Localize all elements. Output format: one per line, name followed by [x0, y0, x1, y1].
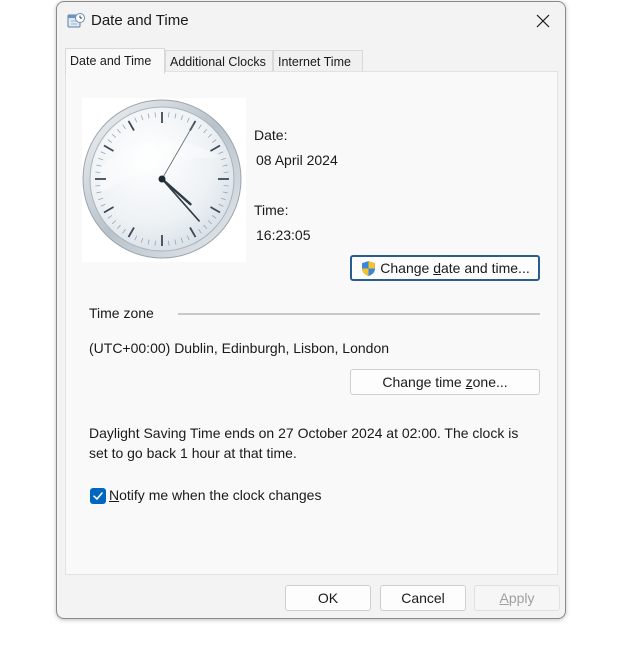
clock-minute-tick [95, 171, 101, 173]
clock-minute-tick [154, 240, 156, 246]
clock-minute-tick [168, 240, 170, 246]
clock-minute-tick [223, 171, 229, 173]
uac-shield-icon [360, 260, 377, 277]
dst-info-line-1: Daylight Saving Time ends on 27 October … [89, 425, 519, 441]
change-date-and-time-label: Change date and time... [380, 260, 530, 276]
tab-date-and-time[interactable]: Date and Time [65, 48, 165, 74]
checkmark-icon [93, 492, 103, 500]
clock-minute-tick [95, 185, 101, 187]
time-zone-divider [178, 313, 540, 315]
analog-clock [82, 98, 246, 262]
tab-panel-date-and-time: Date: 08 April 2024 Time: 16:23:05 Chang… [65, 71, 558, 575]
tab-internet-time[interactable]: Internet Time [273, 50, 363, 72]
date-time-dialog: Date and Time Date and Time Additional C… [56, 1, 566, 619]
time-value: 16:23:05 [256, 227, 311, 243]
date-value: 08 April 2024 [256, 152, 338, 168]
date-label: Date: [254, 127, 288, 143]
change-time-zone-button[interactable]: Change time zone... [350, 369, 540, 395]
ok-button[interactable]: OK [285, 585, 371, 611]
title-bar[interactable]: Date and Time [57, 2, 565, 40]
calendar-clock-icon [67, 12, 85, 30]
change-date-and-time-button[interactable]: Change date and time... [350, 255, 540, 281]
clock-minute-tick [223, 185, 229, 187]
close-icon [536, 14, 550, 28]
time-zone-section-label: Time zone [89, 305, 154, 321]
window-title: Date and Time [91, 12, 189, 29]
time-label: Time: [254, 202, 289, 218]
dst-info-line-2: set to go back 1 hour at that time. [89, 445, 297, 461]
notify-checkbox-label[interactable]: Notify me when the clock changes [109, 487, 321, 503]
change-time-zone-label: Change time zone... [382, 374, 508, 390]
cancel-button[interactable]: Cancel [380, 585, 466, 611]
tab-strip: Date and Time Additional Clocks Internet… [65, 48, 557, 74]
clock-minute-tick [154, 112, 156, 118]
close-button[interactable] [527, 6, 559, 36]
apply-button[interactable]: Apply [474, 585, 560, 611]
tab-additional-clocks[interactable]: Additional Clocks [165, 50, 273, 72]
time-zone-value: (UTC+00:00) Dublin, Edinburgh, Lisbon, L… [89, 340, 390, 356]
notify-checkbox[interactable] [90, 488, 106, 504]
clock-minute-tick [168, 112, 170, 118]
